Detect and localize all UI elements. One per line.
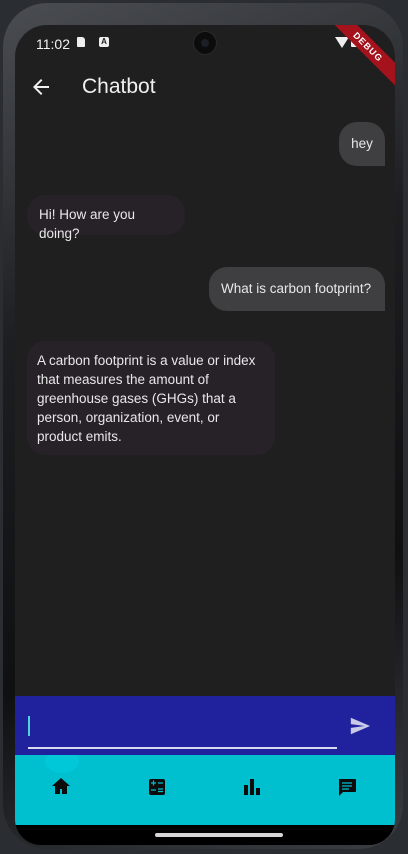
bar-chart-icon <box>244 779 260 795</box>
bottom-navigation <box>15 755 395 825</box>
bot-message: A carbon footprint is a value or index t… <box>27 341 275 455</box>
chat-icon <box>339 779 356 796</box>
user-message: hey <box>339 122 385 166</box>
wifi-icon <box>335 37 349 48</box>
nav-home[interactable] <box>39 765 83 809</box>
notification-a-icon: A <box>99 37 109 47</box>
front-camera <box>193 31 217 55</box>
send-icon[interactable] <box>349 715 371 737</box>
status-bar: 11:02 A DEBUG <box>15 25 395 92</box>
app-screen: 11:02 A DEBUG Chatbot hey Hi! How are yo… <box>15 25 395 845</box>
sd-card-icon <box>77 37 85 47</box>
calculator-icon <box>149 779 165 795</box>
input-underline <box>28 747 337 749</box>
text-cursor <box>28 716 30 736</box>
nav-stats[interactable] <box>230 765 274 809</box>
nav-chat[interactable] <box>325 765 369 809</box>
home-indicator[interactable] <box>155 833 283 837</box>
message-input[interactable] <box>31 713 335 741</box>
app-bar: Chatbot <box>15 65 395 109</box>
phone-frame: 11:02 A DEBUG Chatbot hey Hi! How are yo… <box>3 3 403 849</box>
status-time: 11:02 <box>36 36 70 52</box>
arrow-left-icon[interactable] <box>29 75 53 99</box>
home-icon <box>52 778 70 794</box>
nav-calculator[interactable] <box>135 765 179 809</box>
system-nav-area <box>15 825 395 845</box>
message-composer <box>15 696 395 756</box>
user-message: What is carbon footprint? <box>209 267 385 311</box>
bot-message: Hi! How are you doing? <box>27 195 185 241</box>
page-title: Chatbot <box>82 75 156 98</box>
